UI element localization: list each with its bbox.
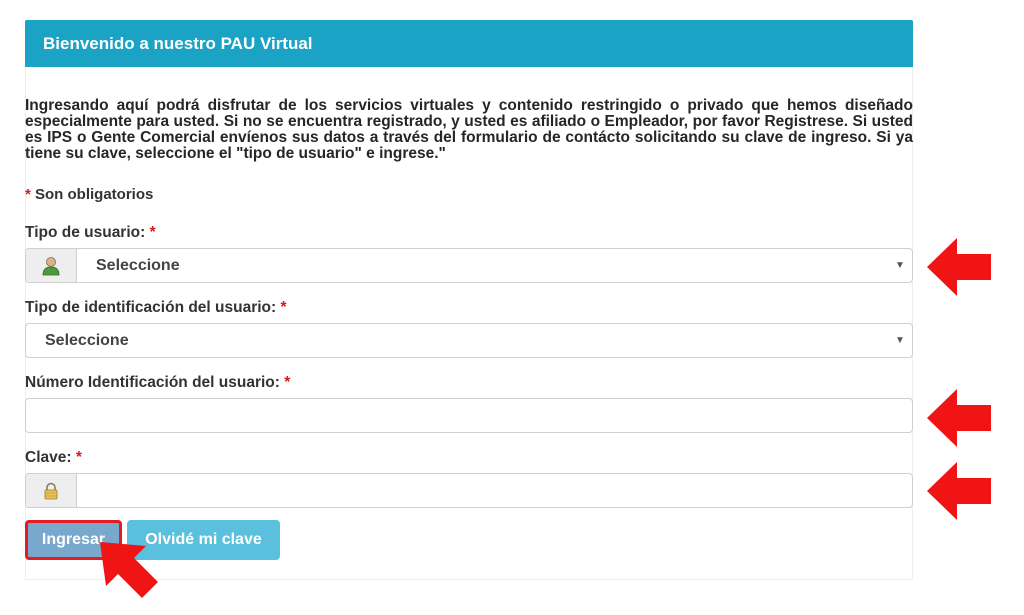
user-icon (26, 249, 77, 282)
tipo-usuario-select[interactable]: Seleccione ▼ (25, 248, 913, 283)
required-note-text: Son obligatorios (35, 186, 154, 203)
red-arrow-icon (927, 389, 991, 447)
required-star: * (284, 374, 291, 391)
clave-label-text: Clave: (25, 449, 72, 466)
tipo-usuario-label: Tipo de usuario: * (25, 224, 156, 242)
lock-icon (26, 474, 77, 507)
required-star: * (280, 299, 287, 316)
numero-identificacion-label: Número Identificación del usuario: * (25, 374, 290, 392)
numero-identificacion-input[interactable] (25, 398, 913, 433)
required-note: * Son obligatorios (25, 186, 153, 203)
required-star: * (75, 449, 82, 466)
tipo-usuario-label-text: Tipo de usuario: (25, 224, 146, 241)
clave-input[interactable] (25, 473, 913, 508)
required-star: * (149, 224, 156, 241)
panel-title: Bienvenido a nuestro PAU Virtual (43, 34, 313, 53)
numero-identificacion-label-text: Número Identificación del usuario: (25, 374, 280, 391)
red-arrow-icon (100, 542, 158, 598)
clave-label: Clave: * (25, 449, 82, 467)
tipo-identificacion-label-text: Tipo de identificación del usuario: (25, 299, 277, 316)
tipo-identificacion-selected: Seleccione (45, 331, 129, 349)
red-arrow-icon (927, 238, 991, 296)
red-arrow-icon (927, 462, 991, 520)
caret-down-icon: ▼ (895, 335, 905, 346)
tipo-usuario-selected: Seleccione (96, 256, 180, 274)
caret-down-icon: ▼ (895, 260, 905, 271)
tipo-identificacion-select[interactable]: Seleccione ▼ (25, 323, 913, 358)
required-star: * (25, 186, 31, 203)
panel-header: Bienvenido a nuestro PAU Virtual (25, 20, 913, 67)
tipo-identificacion-label: Tipo de identificación del usuario: * (25, 299, 287, 317)
intro-text: Ingresando aquí podrá disfrutar de los s… (25, 97, 913, 162)
